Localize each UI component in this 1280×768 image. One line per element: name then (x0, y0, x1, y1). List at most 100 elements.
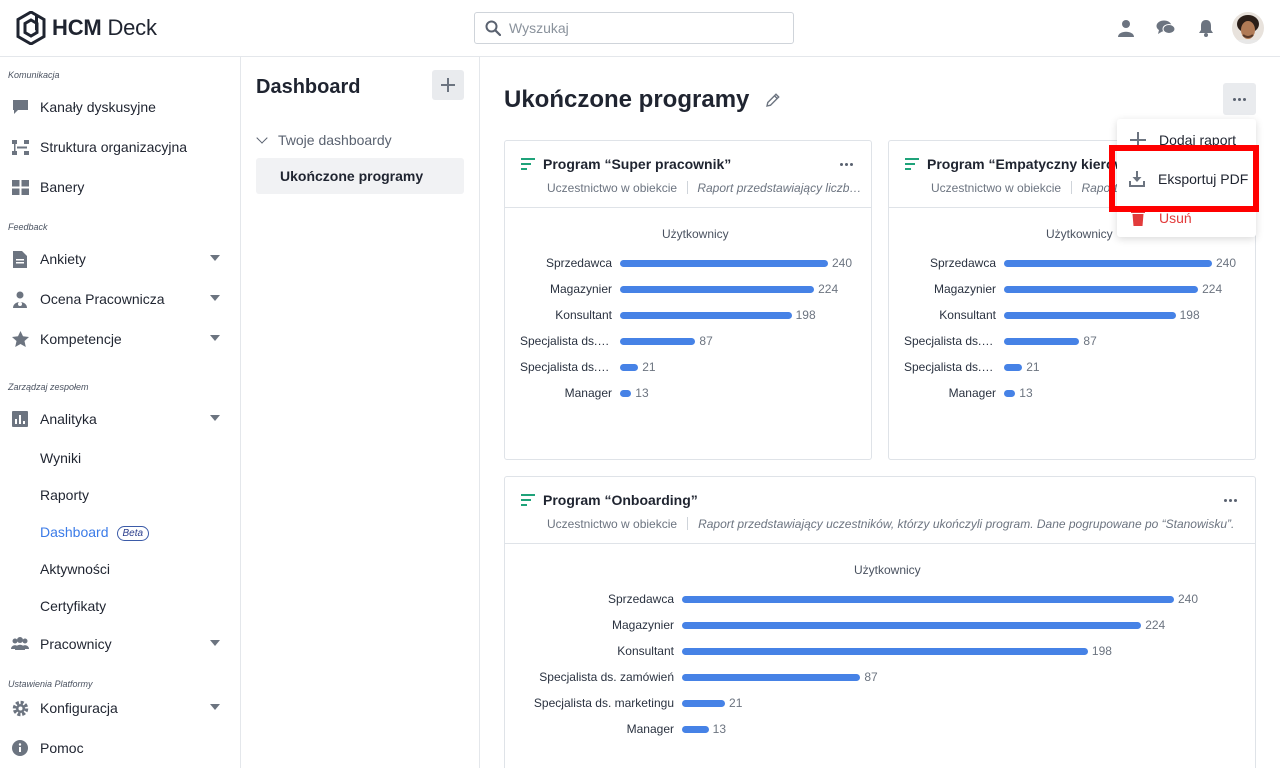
bar-value-label: 224 (1202, 282, 1223, 296)
sidebar-item-banners[interactable]: Banery (0, 169, 240, 205)
bar-value-label: 224 (1145, 618, 1166, 632)
bar-value-label: 198 (1179, 308, 1200, 322)
bar-category-label: Specjalista ds. zamówień (539, 670, 674, 684)
logo-text: HCM Deck (52, 15, 157, 40)
bar-category-label: Manager (948, 386, 996, 400)
report-card: Program “Super pracownik” Uczestnictwo w… (504, 140, 872, 460)
bar[interactable] (620, 364, 639, 371)
edit-pencil-icon[interactable] (765, 92, 781, 108)
bar[interactable] (682, 596, 1174, 603)
bar[interactable] (682, 648, 1088, 655)
sidebar-item-analytics[interactable]: Analityka (0, 401, 240, 437)
messages-icon[interactable] (1156, 18, 1176, 38)
bar[interactable] (620, 312, 792, 319)
bar-category-label: Manager (564, 386, 612, 400)
report-card-title-text: Program “Super pracownik” (543, 156, 732, 172)
panel-title: Dashboard (256, 76, 361, 98)
bar-category-label: Manager (626, 722, 674, 736)
bar[interactable] (620, 390, 632, 397)
bar-value-label: 240 (832, 256, 853, 270)
sidebar-item-help[interactable]: Pomoc (0, 730, 240, 766)
bar-category-label: Konsultant (939, 308, 996, 322)
report-source: Uczestnictwo w obiekcie (547, 517, 678, 531)
chevron-down-icon[interactable] (210, 335, 220, 341)
bar-category-label: Magazynier (611, 618, 674, 632)
dashboard-group-toggle[interactable]: Twoje dashboardy (256, 132, 392, 148)
bar-value-label: 21 (1026, 360, 1040, 374)
bar[interactable] (620, 286, 815, 293)
dashboard-group-label: Twoje dashboardy (278, 132, 392, 148)
bar-category-label: Konsultant (555, 308, 612, 322)
chevron-down-icon[interactable] (210, 255, 220, 261)
sidebar-item-label: Analityka (40, 411, 97, 427)
sidebar-item-org-structure[interactable]: Struktura organizacyjna (0, 129, 240, 165)
bar[interactable] (682, 700, 726, 707)
plus-icon (441, 78, 455, 92)
bar[interactable] (682, 674, 861, 681)
chevron-down-icon[interactable] (210, 640, 220, 646)
bar-value-label: 198 (1091, 644, 1112, 658)
report-card-subtitle: Uczestnictwo w obiekcie Raport przedstaw… (547, 517, 1247, 531)
bar[interactable] (1004, 260, 1212, 267)
bar-value-label: 21 (642, 360, 656, 374)
search-box[interactable] (474, 12, 794, 44)
sidebar-subitem-certificates[interactable]: Certyfikaty (40, 598, 106, 614)
document-icon (11, 250, 29, 268)
profile-icon[interactable] (1116, 18, 1136, 38)
banner-icon (11, 178, 29, 196)
report-card-title: Program “Super pracownik” (521, 156, 731, 172)
chevron-down-icon[interactable] (210, 704, 220, 710)
star-icon (11, 330, 29, 348)
bar-value-label: 13 (712, 722, 726, 736)
bar-value-label: 240 (1178, 592, 1199, 606)
bar[interactable] (1004, 286, 1199, 293)
sidebar-item-label: Konfiguracja (40, 700, 118, 716)
bar[interactable] (1004, 312, 1176, 319)
bar[interactable] (682, 726, 709, 733)
sidebar-item-competences[interactable]: Kompetencje (0, 321, 240, 357)
search-icon (485, 20, 501, 36)
bell-icon[interactable] (1196, 18, 1216, 38)
sidebar-item-configuration[interactable]: Konfiguracja (0, 690, 240, 726)
chat-icon (11, 98, 29, 116)
sidebar-subitem-activities[interactable]: Aktywności (40, 561, 110, 577)
dashboard-more-button[interactable] (1223, 83, 1256, 115)
bar[interactable] (1004, 390, 1016, 397)
people-icon (11, 635, 29, 653)
chevron-down-icon[interactable] (210, 295, 220, 301)
bar-chart-icon (905, 158, 919, 170)
bar-value-label: 198 (795, 308, 816, 322)
sidebar-item-label: Ankiety (40, 251, 86, 267)
logo[interactable]: HCM Deck (16, 11, 157, 45)
bar[interactable] (1004, 364, 1023, 371)
bar[interactable] (682, 622, 1142, 629)
sidebar-subitem-dashboard[interactable]: Dashboard Beta (40, 524, 150, 541)
chart-title: Użytkownicy (1046, 227, 1113, 241)
sidebar-subitem-results[interactable]: Wyniki (40, 450, 81, 466)
card-more-icon[interactable] (1223, 499, 1238, 502)
sidebar-item-employee-review[interactable]: Ocena Pracownicza (0, 281, 240, 317)
org-structure-icon (11, 138, 29, 156)
section-title: Ustawienia Platformy (8, 679, 93, 689)
sidebar-item-channels[interactable]: Kanały dyskusyjne (0, 89, 240, 125)
bar[interactable] (1004, 338, 1080, 345)
user-avatar[interactable] (1232, 12, 1264, 44)
add-dashboard-button[interactable] (432, 70, 464, 100)
bar-chart-icon (521, 158, 535, 170)
bar[interactable] (620, 260, 828, 267)
sidebar-item-surveys[interactable]: Ankiety (0, 241, 240, 277)
sidebar-item-employees[interactable]: Pracownicy (0, 626, 240, 662)
chevron-down-icon (256, 132, 268, 144)
sidebar-subitem-reports[interactable]: Raporty (40, 487, 89, 503)
chevron-down-icon[interactable] (210, 415, 220, 421)
bar-category-label: Magazynier (549, 282, 612, 296)
bar[interactable] (620, 338, 696, 345)
card-more-icon[interactable] (839, 163, 854, 166)
bar-chart-icon (521, 494, 535, 506)
bar-category-label: Sprzedawca (929, 256, 996, 270)
report-card-subtitle: Uczestnictwo w obiekcie Raport przedstaw… (547, 181, 862, 195)
bar-category-label: Specjalista ds. marketingu (520, 360, 612, 374)
dashboard-item-completed-programs[interactable]: Ukończone programy (256, 158, 464, 194)
menu-item-label: Usuń (1159, 210, 1192, 226)
search-input[interactable] (509, 20, 779, 36)
